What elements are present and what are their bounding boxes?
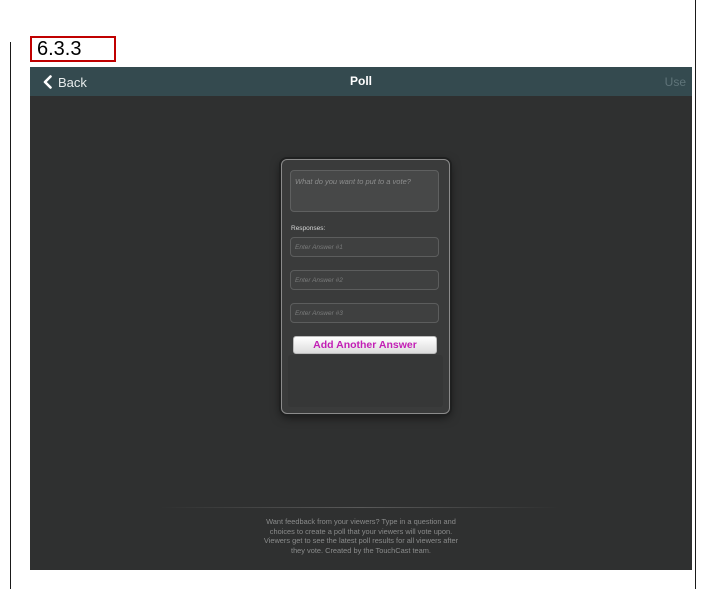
answer-3-input[interactable]: Enter Answer #3	[290, 303, 439, 323]
page-border-right	[695, 0, 696, 589]
page-title: Poll	[349, 74, 372, 88]
responses-label: Responses:	[291, 225, 326, 232]
card-empty-area	[288, 355, 443, 407]
answer-2-input[interactable]: Enter Answer #2	[290, 270, 439, 290]
footer-line: choices to create a poll that your viewe…	[269, 526, 453, 536]
page-border-left	[10, 42, 11, 589]
poll-card: What do you want to put to a vote? Respo…	[281, 159, 450, 414]
step-label: 6.3.3	[30, 36, 116, 62]
footer-line: Viewers get to see the latest poll resul…	[263, 536, 459, 545]
footer-line: Want feedback from your viewers? Type in…	[266, 517, 456, 526]
use-button[interactable]: Use	[665, 75, 686, 89]
footer-line: they vote. Created by the TouchCast team…	[291, 545, 431, 555]
add-another-answer-button[interactable]: Add Another Answer	[293, 336, 437, 354]
footer-description: Want feedback from your viewers? Type in…	[230, 517, 492, 555]
answer-1-input[interactable]: Enter Answer #1	[290, 237, 439, 257]
question-input[interactable]: What do you want to put to a vote?	[290, 170, 439, 212]
footer-divider	[160, 507, 560, 508]
navigation-bar: Back Poll Use	[30, 67, 692, 96]
app-screen: Back Poll Use What do you want to put to…	[30, 67, 692, 570]
